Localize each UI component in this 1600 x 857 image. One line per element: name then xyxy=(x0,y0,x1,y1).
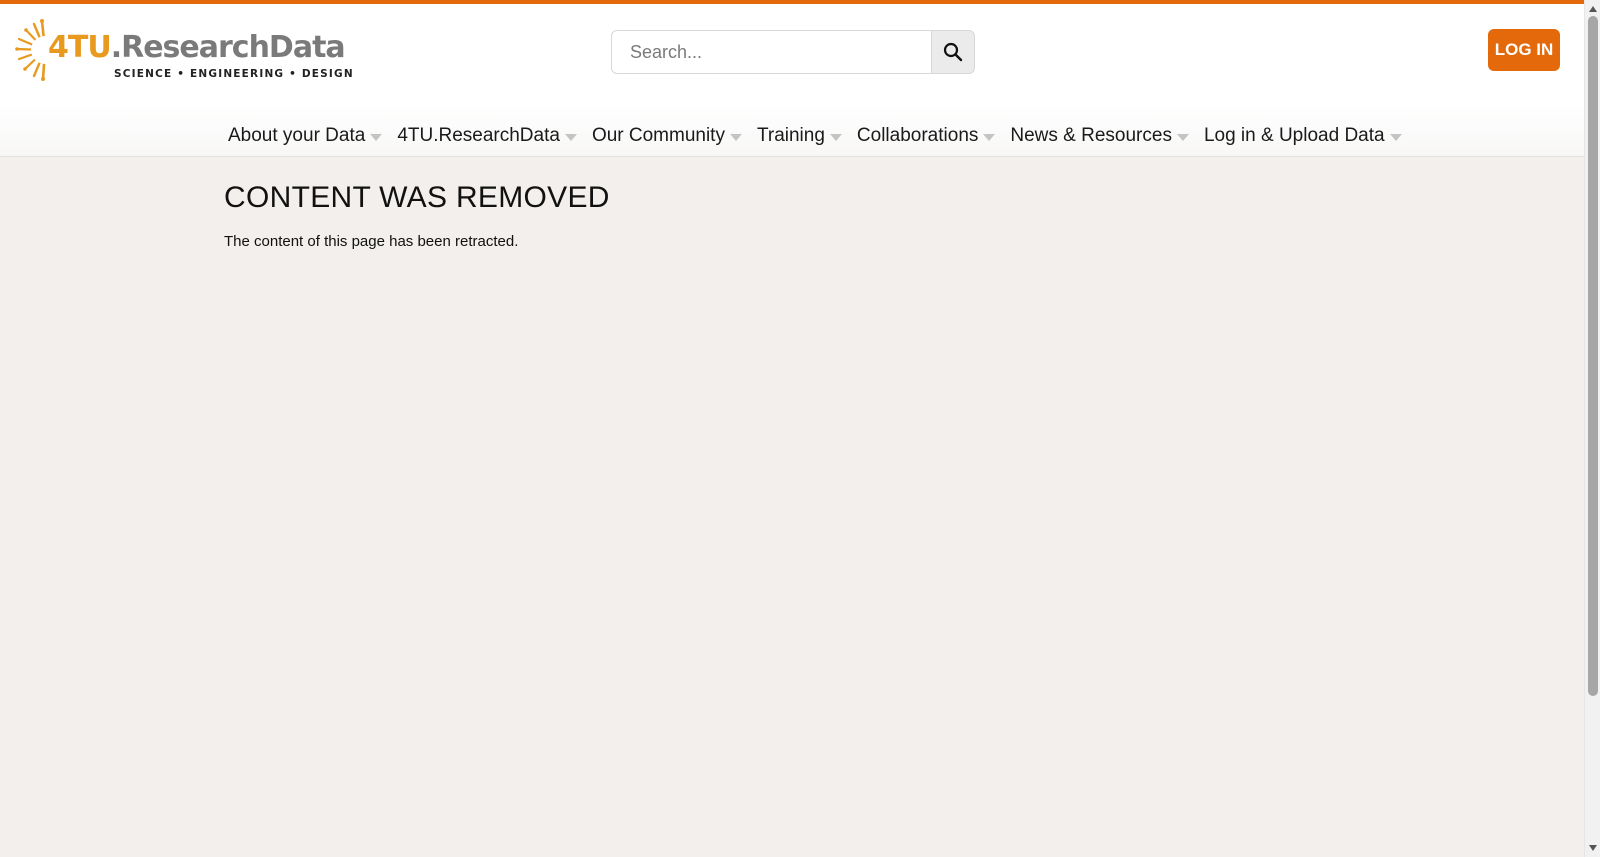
page: 4TU.ResearchData SCIENCE • ENGINEERING •… xyxy=(0,0,1584,857)
logo-wordmark: 4TU.ResearchData xyxy=(48,30,346,66)
caret-down-icon xyxy=(1176,133,1189,141)
logo-wordmark-researchdata: .ResearchData xyxy=(110,30,346,65)
caret-down-icon xyxy=(983,133,996,141)
nav-item-label: About your Data xyxy=(228,125,366,146)
nav-item-label: News & Resources xyxy=(1010,125,1172,146)
scrollbar-thumb[interactable] xyxy=(1588,16,1598,696)
nav-item-label: Training xyxy=(756,125,825,146)
page-title: CONTENT WAS REMOVED xyxy=(224,181,610,214)
caret-down-icon xyxy=(564,133,577,141)
site-logo[interactable]: 4TU.ResearchData SCIENCE • ENGINEERING •… xyxy=(14,18,353,82)
nav-item-label: Our Community xyxy=(591,125,725,146)
nav-item-label: Collaborations xyxy=(856,125,979,146)
page-message: The content of this page has been retrac… xyxy=(224,233,519,250)
logo-wordmark-4tu: 4TU xyxy=(48,30,112,65)
search-bar xyxy=(611,30,975,74)
scroll-down-arrow-icon[interactable] xyxy=(1585,841,1600,855)
main-content: CONTENT WAS REMOVED The content of this … xyxy=(224,180,1364,252)
scroll-up-arrow-icon[interactable] xyxy=(1585,2,1600,16)
search-button[interactable] xyxy=(931,30,975,74)
nav-item-4tu-researchdata[interactable]: 4TU.ResearchData xyxy=(397,125,577,147)
vertical-scrollbar[interactable] xyxy=(1584,0,1600,857)
caret-down-icon xyxy=(1389,133,1402,141)
search-input[interactable] xyxy=(611,30,931,74)
caret-down-icon xyxy=(729,133,742,141)
nav-item-login-upload-data[interactable]: Log in & Upload Data xyxy=(1204,125,1402,147)
login-button[interactable]: LOG IN xyxy=(1488,29,1560,71)
nav-item-collaborations[interactable]: Collaborations xyxy=(856,125,996,147)
nav-item-our-community[interactable]: Our Community xyxy=(592,125,742,147)
logo-tagline: SCIENCE • ENGINEERING • DESIGN xyxy=(114,68,354,80)
caret-down-icon xyxy=(370,133,383,141)
search-icon xyxy=(943,42,963,62)
main-navigation: About your Data 4TU.ResearchData Our Com… xyxy=(228,116,1417,156)
site-header: 4TU.ResearchData SCIENCE • ENGINEERING •… xyxy=(0,4,1584,157)
nav-item-label: Log in & Upload Data xyxy=(1203,125,1385,146)
nav-item-news-resources[interactable]: News & Resources xyxy=(1010,125,1189,147)
caret-down-icon xyxy=(829,133,842,141)
nav-item-training[interactable]: Training xyxy=(757,125,842,147)
nav-item-about-your-data[interactable]: About your Data xyxy=(228,125,383,147)
nav-item-label: 4TU.ResearchData xyxy=(397,125,560,146)
